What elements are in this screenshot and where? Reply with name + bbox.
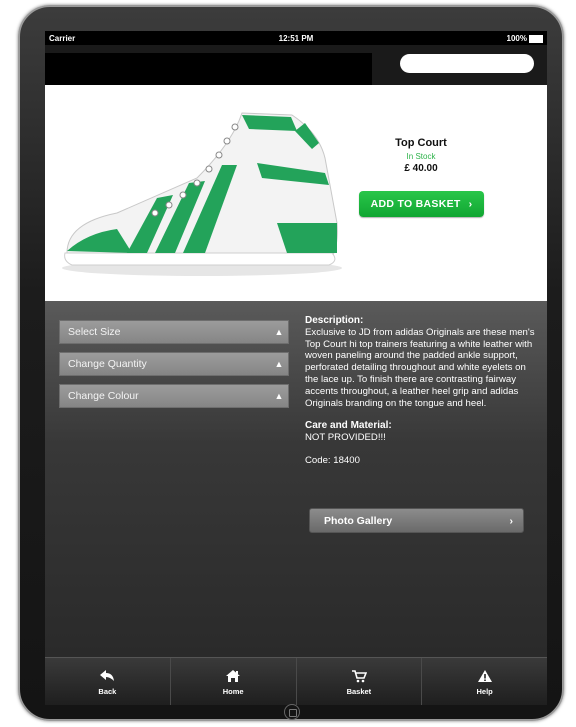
- add-to-basket-label: ADD TO BASKET: [370, 198, 461, 210]
- chevron-right-icon: ›: [509, 514, 514, 527]
- change-colour-label: Change Colour: [68, 390, 139, 402]
- back-arrow-icon: [100, 669, 115, 681]
- device-home-button[interactable]: [284, 704, 300, 720]
- photo-gallery-button[interactable]: Photo Gallery ›: [309, 508, 524, 533]
- tab-back[interactable]: Back: [45, 658, 171, 705]
- home-icon: [226, 669, 241, 682]
- tab-help-label: Help: [476, 686, 493, 696]
- product-panel: Top Court In Stock £ 40.00 ADD TO BASKET…: [45, 85, 547, 301]
- basket-icon: [351, 669, 367, 682]
- select-size-label: Select Size: [68, 326, 121, 338]
- header-banner: [45, 53, 372, 85]
- sneaker-image: [62, 112, 342, 276]
- chevron-right-icon: ›: [468, 198, 473, 210]
- change-colour-dropdown[interactable]: Change Colour ▲: [59, 384, 289, 408]
- tab-home-label: Home: [222, 686, 244, 696]
- details-panel: Select Size ▲ Change Quantity ▲ Change C…: [45, 301, 547, 657]
- stock-status: In Stock: [406, 152, 436, 161]
- select-size-dropdown[interactable]: Select Size ▲: [59, 320, 289, 344]
- photo-gallery-label: Photo Gallery: [324, 514, 393, 527]
- tab-basket-label: Basket: [346, 686, 372, 696]
- status-bar: Carrier 12:51 PM 100%: [45, 31, 547, 45]
- chevron-up-icon: ▲: [274, 359, 284, 369]
- battery-icon: [529, 34, 543, 43]
- product-name: Top Court: [395, 137, 447, 149]
- description-text: Exclusive to JD from adidas Originals ar…: [305, 326, 535, 409]
- add-to-basket-button[interactable]: ADD TO BASKET ›: [359, 191, 484, 217]
- tab-home[interactable]: Home: [171, 658, 297, 705]
- chevron-up-icon: ▲: [274, 327, 284, 337]
- tab-bar: Back Home Basket Help: [45, 657, 547, 705]
- screen: Carrier 12:51 PM 100% Top Court In Stock…: [45, 31, 547, 705]
- chevron-up-icon: ▲: [274, 391, 284, 401]
- search-input[interactable]: [400, 54, 534, 73]
- care-text: NOT PROVIDED!!!: [305, 432, 386, 444]
- description-block: Description: Exclusive to JD from adidas…: [305, 315, 541, 467]
- product-price: £ 40.00: [404, 163, 438, 174]
- battery-indicator: 100%: [507, 34, 543, 43]
- change-quantity-label: Change Quantity: [68, 358, 147, 370]
- top-bar: [45, 45, 547, 85]
- tab-basket[interactable]: Basket: [297, 658, 423, 705]
- change-quantity-dropdown[interactable]: Change Quantity ▲: [59, 352, 289, 376]
- description-heading: Description:: [305, 315, 364, 326]
- battery-percent: 100%: [506, 34, 527, 43]
- tab-help[interactable]: Help: [422, 658, 547, 705]
- care-heading: Care and Material:: [305, 420, 392, 432]
- clock: 12:51 PM: [278, 34, 314, 43]
- tab-back-label: Back: [98, 686, 117, 696]
- warning-icon: [477, 669, 492, 682]
- product-code: Code: 18400: [305, 454, 360, 466]
